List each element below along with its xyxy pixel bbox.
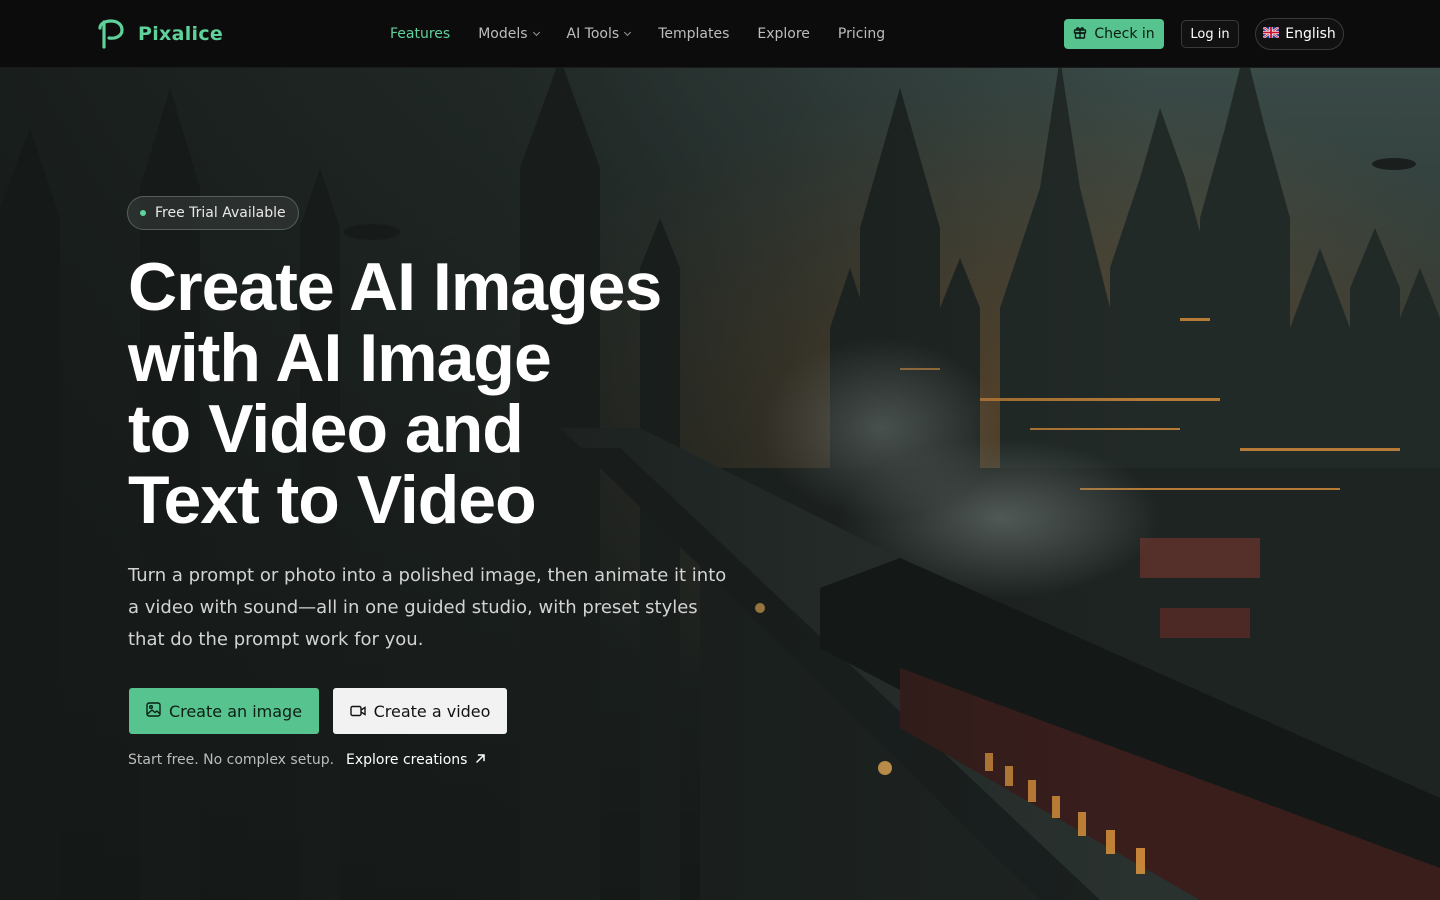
nav-item-ai-tools[interactable]: AI Tools (566, 26, 632, 42)
hero-title: Create AI Images with AI Image to Video … (128, 252, 768, 536)
nav-item-label: Pricing (837, 26, 886, 42)
nav-item-templates[interactable]: Templates (658, 26, 729, 42)
status-dot-icon (140, 210, 146, 216)
chevron-down-icon (624, 28, 632, 37)
nav-item-features[interactable]: Features (390, 26, 450, 42)
create-video-label: Create a video (373, 701, 491, 721)
nav-item-label: Features (390, 26, 451, 42)
nav-item-label: Explore (757, 26, 810, 42)
nav-item-label: AI Tools (566, 26, 620, 42)
check-in-label: Check in (1094, 26, 1155, 42)
free-trial-badge: Free Trial Available (127, 196, 299, 230)
image-icon (146, 701, 161, 721)
gift-icon (1073, 25, 1087, 43)
nav-item-label: Models (478, 26, 528, 42)
video-camera-icon (349, 702, 366, 721)
language-label: English (1285, 26, 1336, 42)
hero-title-line: Create AI Images (128, 249, 662, 325)
check-in-button[interactable]: Check in (1064, 19, 1164, 49)
nav-item-label: Templates (658, 26, 730, 42)
create-video-button[interactable]: Create a video (333, 688, 507, 734)
explore-creations-link[interactable]: Explore creations (346, 752, 486, 768)
top-navbar: Pixalice Features Models AI Tools Templa… (0, 0, 1440, 68)
create-image-button[interactable]: Create an image (129, 688, 319, 734)
explore-creations-label: Explore creations (346, 752, 468, 768)
badge-label: Free Trial Available (155, 205, 286, 221)
log-in-button[interactable]: Log in (1181, 20, 1239, 48)
pixalice-logo-icon (98, 19, 124, 49)
main-nav: Features Models AI Tools Templates Explo… (390, 22, 913, 46)
create-image-label: Create an image (168, 701, 303, 721)
chevron-down-icon (532, 28, 540, 37)
nav-item-explore[interactable]: Explore (757, 26, 810, 42)
hero-title-line: to Video and (128, 391, 524, 467)
brand-name: Pixalice (138, 23, 224, 45)
language-selector[interactable]: English (1255, 18, 1344, 50)
uk-flag-icon (1262, 26, 1280, 42)
hero-subtitle: Turn a prompt or photo into a polished i… (128, 565, 727, 650)
hero-title-line: with AI Image (128, 320, 552, 396)
nav-item-pricing[interactable]: Pricing (838, 26, 885, 42)
nav-item-models[interactable]: Models (478, 26, 540, 42)
hero-title-line: Text to Video (128, 462, 537, 538)
brand-logo-link[interactable]: Pixalice (98, 18, 223, 50)
arrow-up-right-icon (475, 752, 486, 768)
start-free-note: Start free. No complex setup. (128, 752, 335, 768)
